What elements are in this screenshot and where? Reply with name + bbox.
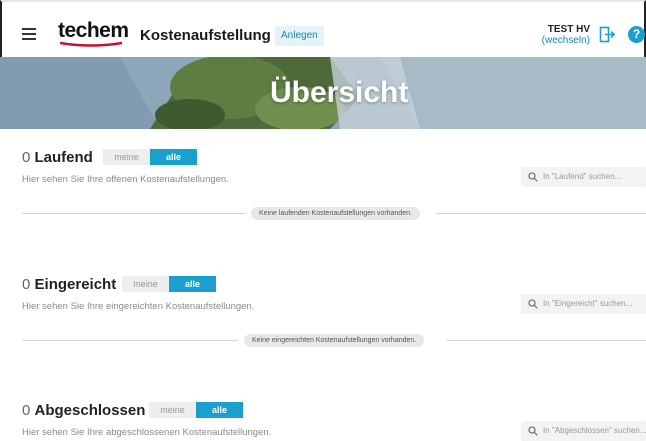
divider — [446, 340, 646, 341]
section-description: Hier sehen Sie Ihre abgeschlossenen Kost… — [22, 427, 272, 438]
section-abgeschlossen: 0 Abgeschlossen meine alle Hier sehen Si… — [0, 384, 646, 441]
switch-user-link[interactable]: (wechseln) — [532, 35, 590, 46]
search-icon — [528, 299, 538, 309]
section-label: Eingereicht — [34, 276, 117, 293]
divider — [436, 213, 646, 214]
search-placeholder: In "Abgeschlossen" suchen... — [543, 426, 646, 435]
empty-state-message: Keine laufenden Kostenaufstellungen vorh… — [251, 207, 420, 220]
page-title: Übersicht — [270, 76, 409, 109]
toggle-mine[interactable]: meine — [103, 149, 150, 165]
section-laufend: 0 Laufend meine alle Hier sehen Sie Ihre… — [0, 129, 646, 249]
section-count: 0 — [22, 149, 31, 166]
empty-state-message: Keine eingereichten Kostenaufstellungen … — [244, 334, 425, 347]
search-placeholder: In "Laufend" suchen... — [543, 172, 622, 181]
logo-swoosh-icon — [60, 41, 122, 47]
toggle-all[interactable]: alle — [150, 149, 197, 165]
section-title: 0 Abgeschlossen — [22, 402, 145, 419]
section-title: 0 Eingereicht — [22, 276, 116, 293]
toggle-all[interactable]: alle — [196, 402, 243, 418]
section-description: Hier sehen Sie Ihre offenen Kostenaufste… — [22, 174, 229, 185]
help-icon[interactable]: ? — [628, 26, 645, 43]
toggle-mine[interactable]: meine — [149, 402, 196, 418]
search-input[interactable]: In "Eingereicht" suchen... — [521, 294, 646, 314]
section-eingereicht: 0 Eingereicht meine alle Hier sehen Sie … — [0, 256, 646, 376]
section-count: 0 — [22, 402, 31, 419]
user-name: TEST HV — [547, 24, 590, 35]
app-title: Kostenaufstellung — [140, 27, 271, 44]
search-icon — [528, 172, 538, 182]
logout-icon[interactable] — [599, 26, 615, 43]
filter-toggle: meine alle — [122, 276, 216, 292]
hamburger-menu-icon[interactable] — [22, 28, 36, 43]
toggle-mine[interactable]: meine — [122, 276, 169, 292]
filter-toggle: meine alle — [149, 402, 243, 418]
top-navigation-bar: techem Kostenaufstellung Anlegen TEST HV… — [0, 0, 646, 57]
user-info: TEST HV (wechseln) — [532, 24, 590, 46]
divider — [22, 213, 246, 214]
techem-logo[interactable]: techem — [58, 19, 129, 43]
section-title: 0 Laufend — [22, 149, 93, 166]
section-count: 0 — [22, 276, 31, 293]
filter-toggle: meine alle — [103, 149, 197, 165]
hero-banner: Übersicht — [0, 57, 646, 129]
section-description: Hier sehen Sie Ihre eingereichten Kosten… — [22, 301, 255, 312]
search-input[interactable]: In "Abgeschlossen" suchen... — [521, 421, 646, 441]
section-label: Abgeschlossen — [34, 402, 146, 419]
search-input[interactable]: In "Laufend" suchen... — [521, 167, 646, 187]
search-placeholder: In "Eingereicht" suchen... — [543, 299, 633, 308]
toggle-all[interactable]: alle — [169, 276, 216, 292]
section-label: Laufend — [34, 149, 93, 166]
divider — [22, 340, 238, 341]
create-button[interactable]: Anlegen — [275, 26, 324, 46]
